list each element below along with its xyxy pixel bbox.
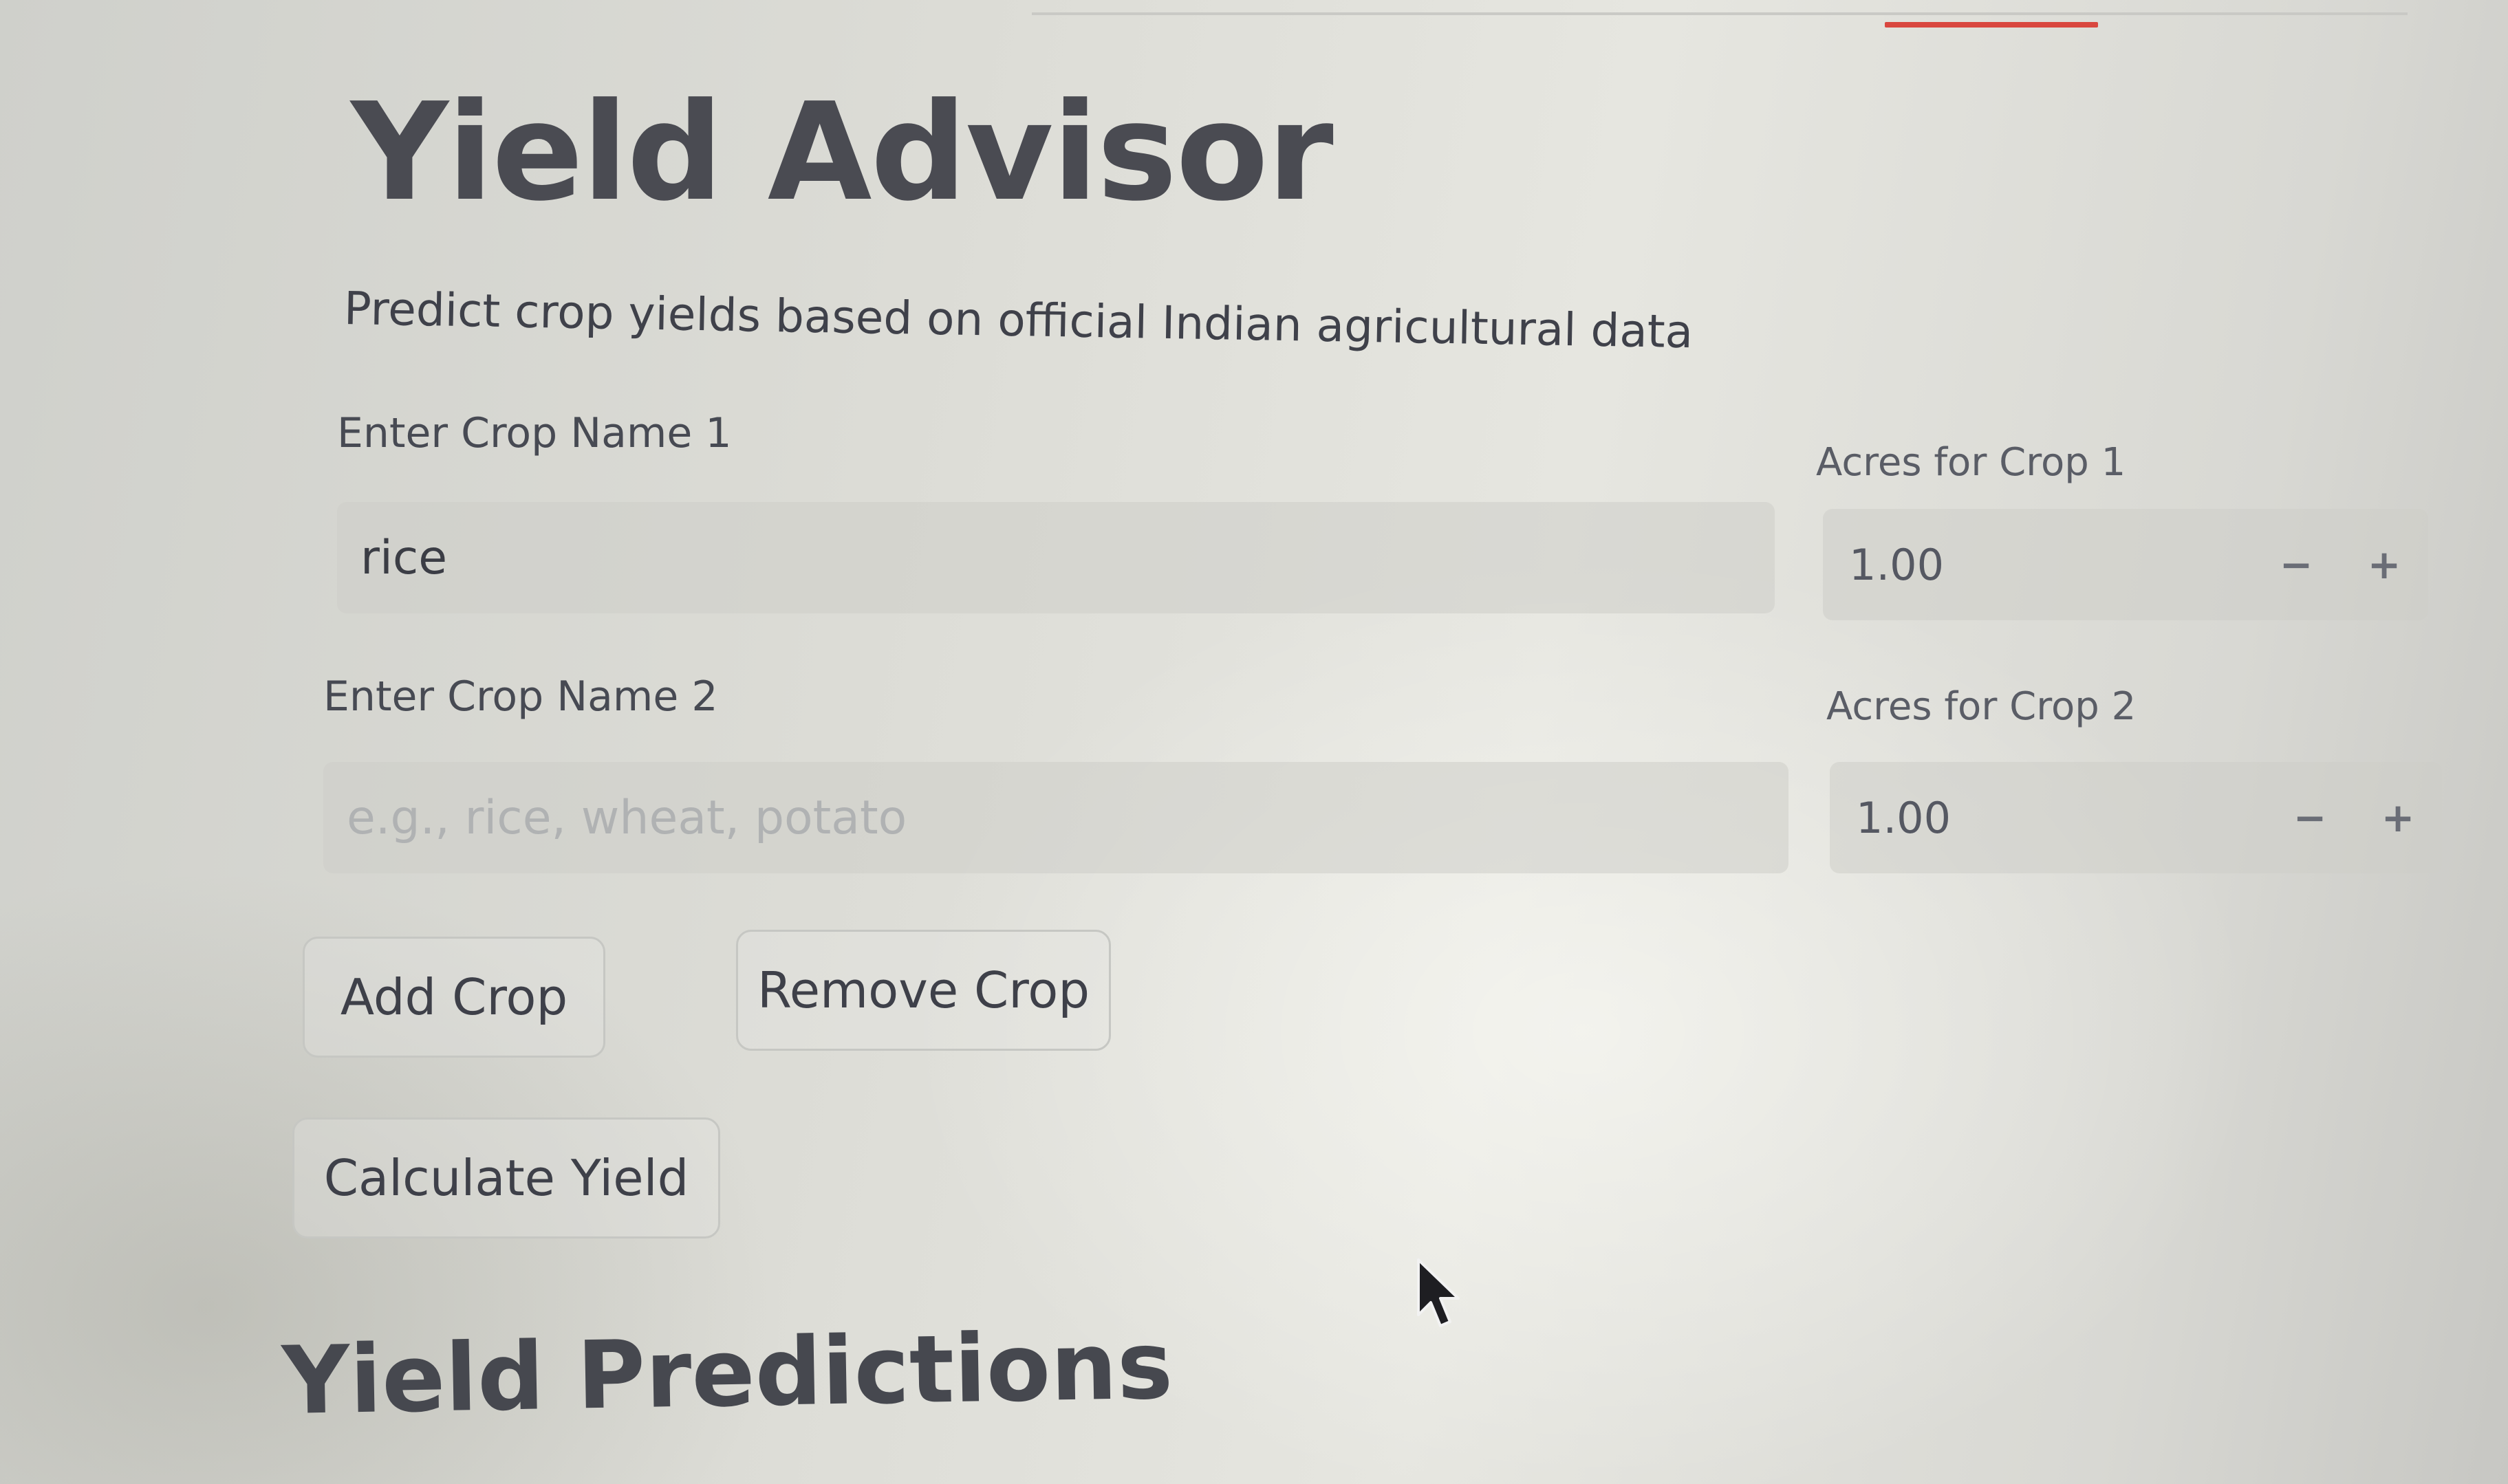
crop-1-acres-increment-button[interactable]: + <box>2340 509 2428 620</box>
crop-1-name-input[interactable] <box>337 502 1775 613</box>
calculate-yield-button[interactable]: Calculate Yield <box>292 1117 720 1239</box>
crop-2-acres-value[interactable]: 1.00 <box>1830 793 2266 843</box>
crop-1-acres-decrement-button[interactable]: − <box>2252 509 2340 620</box>
page-title: Yield Advisor <box>351 74 1334 231</box>
crop-2-name-label: Enter Crop Name 2 <box>323 673 718 721</box>
mouse-cursor-icon <box>1417 1258 1460 1327</box>
crop-2-acres-stepper: 1.00 − + <box>1830 762 2442 873</box>
yield-predictions-heading: Yield Predictions <box>281 1311 1174 1436</box>
add-crop-button[interactable]: Add Crop <box>303 937 605 1058</box>
crop-2-name-input[interactable] <box>323 762 1788 873</box>
header-divider <box>1032 12 2408 15</box>
crop-1-acres-label: Acres for Crop 1 <box>1816 440 2126 485</box>
remove-crop-button[interactable]: Remove Crop <box>736 930 1111 1051</box>
crop-2-acres-decrement-button[interactable]: − <box>2266 762 2354 873</box>
running-indicator <box>1885 22 2098 28</box>
crop-1-acres-stepper: 1.00 − + <box>1823 509 2428 620</box>
crop-1-name-label: Enter Crop Name 1 <box>337 409 732 457</box>
page-subtitle: Predict crop yields based on official In… <box>343 282 1694 359</box>
crop-2-acres-increment-button[interactable]: + <box>2354 762 2442 873</box>
crop-2-acres-label: Acres for Crop 2 <box>1826 684 2137 729</box>
crop-1-acres-value[interactable]: 1.00 <box>1823 540 2252 590</box>
